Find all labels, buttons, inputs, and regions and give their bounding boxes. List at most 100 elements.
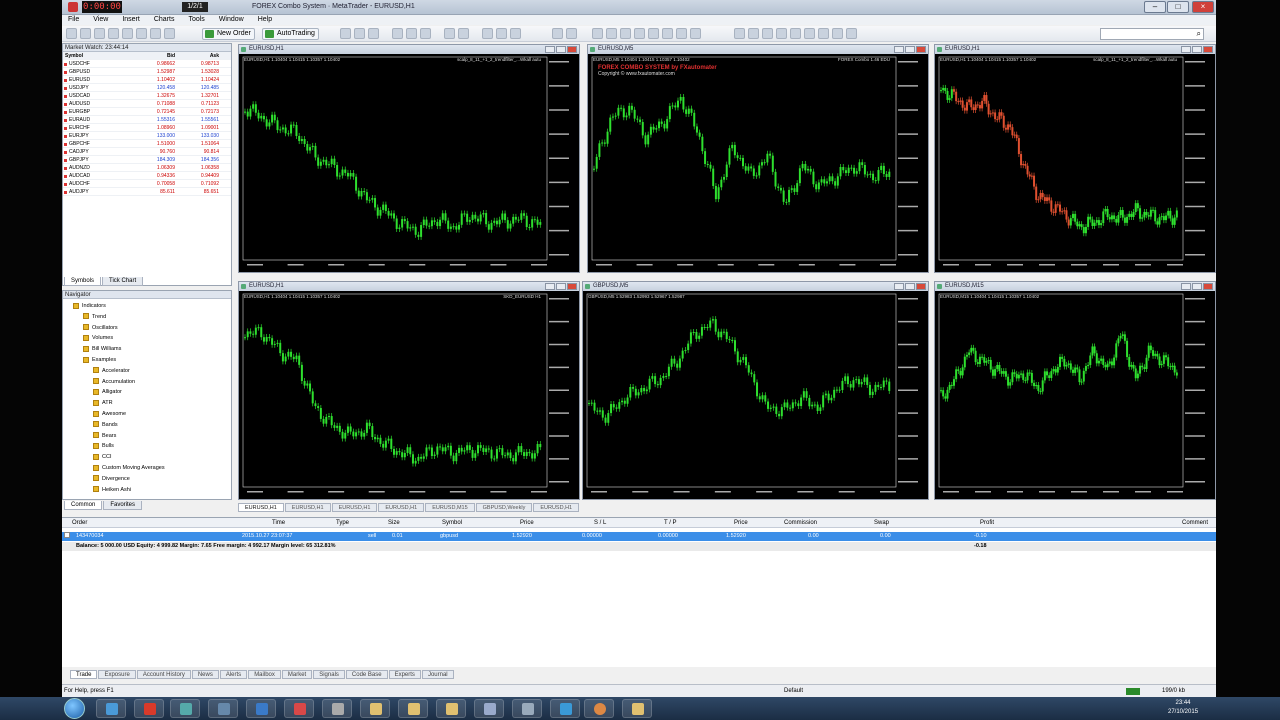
menu-charts[interactable]: Charts (154, 15, 175, 25)
close-icon[interactable] (1203, 283, 1213, 290)
market-watch-row[interactable]: EURUSD 1.10402 1.10424 (63, 76, 231, 84)
minimize-icon[interactable] (545, 46, 555, 53)
maximize-icon[interactable] (905, 283, 915, 290)
horizontal-line-icon[interactable] (606, 28, 617, 39)
market-watch-row[interactable]: EURJPY 133.000 133.030 (63, 132, 231, 140)
terminal-tab[interactable]: Market (281, 670, 313, 679)
period-d1-icon[interactable] (818, 28, 829, 39)
chart-tab[interactable]: EURUSD,H1 (378, 503, 425, 512)
market-watch-row[interactable]: AUDUSD 0.71088 0.71123 (63, 100, 231, 108)
period-m5-icon[interactable] (748, 28, 759, 39)
autotrading-button[interactable]: AutoTrading (262, 28, 319, 40)
tester-icon[interactable] (150, 28, 161, 39)
taskbar-app-10[interactable] (436, 699, 466, 718)
candlestick-icon[interactable] (354, 28, 365, 39)
navigator-item[interactable]: Heiken Ashi (63, 485, 231, 496)
minimize-icon[interactable] (894, 283, 904, 290)
maximize-icon[interactable] (556, 46, 566, 53)
terminal-tab[interactable]: Mailbox (248, 670, 281, 679)
navigator-item[interactable]: Bands (63, 420, 231, 431)
trendline-icon[interactable] (620, 28, 631, 39)
maximize-button[interactable]: □ (1167, 1, 1189, 13)
terminal-tab[interactable]: News (191, 670, 219, 679)
tab-common[interactable]: Common (64, 501, 103, 510)
new-chart-icon[interactable] (66, 28, 77, 39)
fibonacci-icon[interactable] (648, 28, 659, 39)
column-header[interactable]: Profit (980, 518, 994, 528)
market-watch-row[interactable]: AUDCAD 0.94336 0.94409 (63, 172, 231, 180)
taskbar-app-3[interactable] (170, 699, 200, 718)
period-m30-icon[interactable] (776, 28, 787, 39)
terminal-tab[interactable]: Exposure (98, 670, 136, 679)
close-icon[interactable] (567, 46, 577, 53)
taskbar-app-5[interactable] (246, 699, 276, 718)
navigator-item[interactable]: CCI (63, 452, 231, 463)
chart-canvas[interactable]: EURUSD,H1 1.10404 1.10415 1.10357 1.1040… (937, 55, 1213, 270)
table-row[interactable]: 143470034 2015.10.27 23:07:37 sell 0.01 … (62, 532, 1216, 541)
maximize-icon[interactable] (556, 283, 566, 290)
market-watch-row[interactable]: CADJPY 90.760 90.814 (63, 148, 231, 156)
period-w1-icon[interactable] (832, 28, 843, 39)
navigator-item[interactable]: Divergence (63, 474, 231, 485)
minimize-button[interactable]: – (1144, 1, 1166, 13)
market-watch-row[interactable]: EURCHF 1.08960 1.09001 (63, 124, 231, 132)
chart-shift-icon[interactable] (458, 28, 469, 39)
chart-tab[interactable]: EURUSD,M15 (425, 503, 475, 512)
navigator-item[interactable]: Accumulation (63, 377, 231, 388)
period-m1-icon[interactable] (734, 28, 745, 39)
navigator-item[interactable]: Bulls (63, 441, 231, 452)
maximize-icon[interactable] (905, 46, 915, 53)
arrows-tool-icon[interactable] (690, 28, 701, 39)
market-watch-row[interactable]: USDCHF 0.98662 0.98713 (63, 60, 231, 68)
terminal-tab[interactable]: Signals (313, 670, 345, 679)
column-header[interactable]: Swap (874, 518, 889, 528)
navigator-item[interactable]: Alligator (63, 387, 231, 398)
column-header[interactable]: Size (388, 518, 400, 528)
label-tool-icon[interactable] (676, 28, 687, 39)
metaeditor-icon[interactable] (164, 28, 175, 39)
taskbar-app-11[interactable] (474, 699, 504, 718)
column-header[interactable]: Comment (1182, 518, 1208, 528)
taskbar-app-9[interactable] (398, 699, 428, 718)
taskbar-metatrader[interactable] (134, 699, 164, 718)
terminal-tab[interactable]: Code Base (345, 670, 388, 679)
taskbar-ie[interactable] (550, 699, 580, 718)
cursor-icon[interactable] (552, 28, 563, 39)
line-chart-icon[interactable] (368, 28, 379, 39)
menu-tools[interactable]: Tools (188, 15, 204, 25)
minimize-icon[interactable] (1181, 283, 1191, 290)
navigator-item[interactable]: Indicators (63, 301, 231, 312)
market-watch-row[interactable]: AUDJPY 85.611 85.651 (63, 188, 231, 196)
start-button[interactable] (64, 698, 85, 719)
zoom-in-icon[interactable] (392, 28, 403, 39)
close-icon[interactable] (1203, 46, 1213, 53)
taskbar-chrome[interactable] (584, 699, 614, 718)
maximize-icon[interactable] (1192, 283, 1202, 290)
market-watch-row[interactable]: GBPUSD 1.52987 1.53028 (63, 68, 231, 76)
taskbar-app-4[interactable] (208, 699, 238, 718)
menu-view[interactable]: View (93, 15, 108, 25)
market-watch-row[interactable]: AUDCHF 0.70058 0.71092 (63, 180, 231, 188)
column-header[interactable]: Time (272, 518, 285, 528)
chart-tab[interactable]: EURUSD,H1 (284, 503, 331, 512)
market-watch-row[interactable]: USDCAD 1.32675 1.32701 (63, 92, 231, 100)
taskbar-app-6[interactable] (284, 699, 314, 718)
navigator-item[interactable]: Accelerator (63, 366, 231, 377)
terminal-icon[interactable] (136, 28, 147, 39)
tab-symbols[interactable]: Symbols (64, 277, 102, 286)
tile-windows-icon[interactable] (420, 28, 431, 39)
market-watch-row[interactable]: EURGBP 0.72145 0.72173 (63, 108, 231, 116)
chart-tab[interactable]: GBPUSD,Weekly (475, 503, 533, 512)
maximize-icon[interactable] (1192, 46, 1202, 53)
taskbar-app-12[interactable] (512, 699, 542, 718)
column-header[interactable]: S / L (594, 518, 606, 528)
menu-window[interactable]: Window (219, 15, 244, 25)
chart-canvas[interactable]: EURUSD,M15 1.10404 1.10415 1.10357 1.104… (937, 292, 1213, 497)
data-window-icon[interactable] (108, 28, 119, 39)
chart-canvas[interactable]: EURUSD,H1 1.10404 1.10415 1.10357 1.1040… (241, 292, 577, 497)
minimize-icon[interactable] (545, 283, 555, 290)
terminal-tab[interactable]: Trade (70, 670, 98, 679)
taskbar-app-8[interactable] (360, 699, 390, 718)
terminal-tab[interactable]: Journal (421, 670, 454, 679)
terminal-tab[interactable]: Account History (136, 670, 191, 679)
